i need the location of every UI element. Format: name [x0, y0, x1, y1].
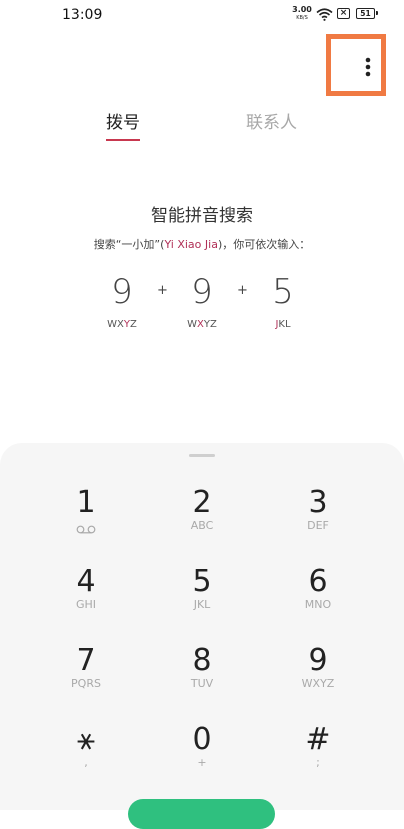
- mute-icon: ×: [337, 8, 350, 19]
- hint-letters-part: KL: [278, 319, 291, 330]
- hint-digit: 9: [111, 272, 133, 312]
- key-digit: 0: [192, 722, 212, 757]
- key-5[interactable]: 5 JKL: [157, 566, 247, 630]
- network-speed-unit: KB/S: [296, 15, 308, 21]
- key-6[interactable]: 6 MNO: [273, 566, 363, 630]
- key-2[interactable]: 2 ABC: [157, 487, 247, 551]
- key-digit: 6: [308, 564, 328, 599]
- hint-subtitle-suffix: )，你可依次输入：: [217, 238, 311, 251]
- hint-syllable: iao: [184, 238, 205, 251]
- status-bar: 13:09 3.00 KB/S × 51: [0, 0, 404, 32]
- key-digit: #: [305, 722, 331, 757]
- hint-letters-part: YZ: [203, 319, 217, 330]
- battery-icon: 51: [356, 8, 378, 19]
- key-8[interactable]: 8 TUV: [157, 645, 247, 709]
- hint-letters-part: W: [187, 319, 198, 330]
- key-digit: 5: [192, 564, 212, 599]
- key-3[interactable]: 3 DEF: [273, 487, 363, 551]
- key-4[interactable]: 4 GHI: [41, 566, 131, 630]
- key-letters: MNO: [304, 598, 332, 611]
- key-7[interactable]: 7 PQRS: [41, 645, 131, 709]
- key-letters: ;: [316, 756, 320, 769]
- hint-initial: X: [177, 238, 185, 251]
- hint-letters-part: Z: [130, 319, 137, 330]
- key-digit: 4: [76, 564, 96, 599]
- hint-letters: WXYZ: [172, 319, 232, 330]
- hint-plus: +: [157, 283, 168, 298]
- key-letters: DEF: [307, 519, 329, 532]
- network-speed: 3.00 KB/S: [291, 6, 313, 22]
- key-star[interactable]: ⚹ ,: [41, 724, 131, 788]
- key-letters: ,: [84, 756, 88, 769]
- key-digit: 1: [76, 485, 96, 520]
- hint-letters: JKL: [253, 319, 313, 330]
- key-1[interactable]: 1: [41, 487, 131, 551]
- hint-letters: WXYZ: [92, 319, 152, 330]
- key-digit: 3: [308, 485, 328, 520]
- hint-plus: +: [237, 283, 248, 298]
- hint-syllable: ia: [208, 238, 218, 251]
- call-button[interactable]: [128, 799, 275, 829]
- key-letters: WXYZ: [301, 677, 335, 690]
- hint-subtitle-prefix: 搜索“一小加”(: [93, 238, 165, 251]
- hint-subtitle: 搜索“一小加”(Yi Xiao Jia)，你可依次输入：: [0, 236, 404, 252]
- hint-letters-highlight: X: [197, 319, 204, 330]
- key-letters: TUV: [190, 677, 214, 690]
- key-digit: ⚹: [77, 722, 95, 757]
- key-digit: 7: [76, 643, 96, 678]
- more-vertical-icon: [365, 57, 371, 77]
- key-0[interactable]: 0 +: [157, 724, 247, 788]
- tab-contacts[interactable]: 联系人: [246, 108, 297, 133]
- key-digit: 8: [192, 643, 212, 678]
- key-letters: +: [197, 756, 207, 769]
- status-time: 13:09: [62, 7, 103, 23]
- key-letters: PQRS: [71, 677, 101, 690]
- wifi-icon: [316, 8, 333, 21]
- voicemail-icon: [76, 525, 96, 534]
- hint-title: 智能拼音搜索: [151, 206, 253, 226]
- hint-digit: 9: [191, 272, 213, 312]
- key-9[interactable]: 9 WXYZ: [273, 645, 363, 709]
- key-digit: 2: [192, 485, 212, 520]
- hint-letters-part: WX: [107, 319, 124, 330]
- hint-digit: 5: [272, 272, 294, 312]
- tab-active-indicator: [106, 139, 140, 141]
- key-letters: ABC: [190, 519, 214, 532]
- more-options-button[interactable]: [350, 51, 386, 83]
- dialpad-drag-handle[interactable]: [189, 454, 215, 457]
- key-letters: JKL: [193, 598, 211, 611]
- key-hash[interactable]: # ;: [273, 724, 363, 788]
- network-speed-value: 3.00: [292, 5, 312, 14]
- key-letters: GHI: [75, 598, 97, 611]
- key-digit: 9: [308, 643, 328, 678]
- tab-dial[interactable]: 拨号: [106, 108, 140, 133]
